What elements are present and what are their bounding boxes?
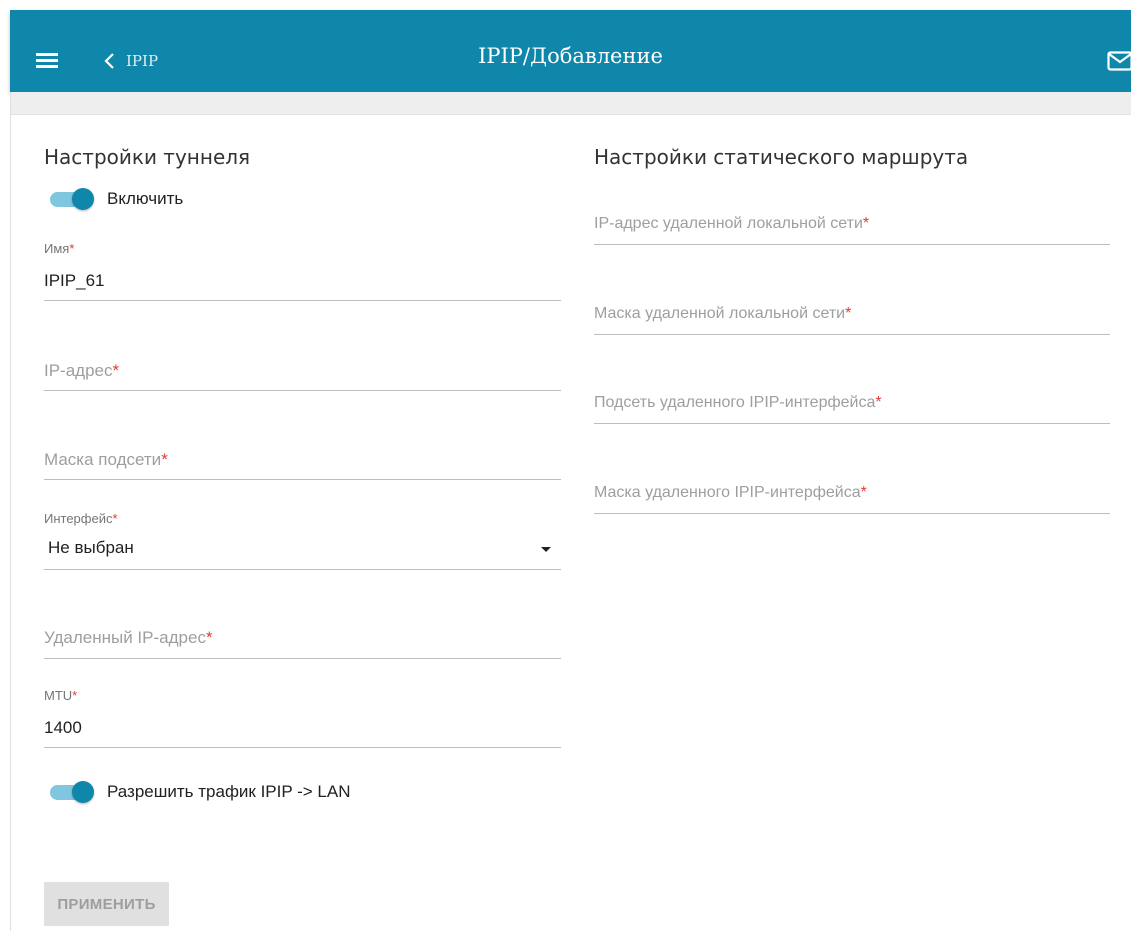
mtu-field[interactable]: MTU* 1400 [44,685,561,748]
name-value: IPIP_61 [44,271,105,290]
caret-down-icon [541,547,551,552]
name-field[interactable]: Имя* IPIP_61 [44,237,561,301]
remote-ipip-mask-field[interactable]: Маска удаленного IPIP-интерфейса* [594,481,1110,514]
mtu-value: 1400 [44,718,82,737]
subnet-mask-field[interactable]: Маска подсети* [44,448,561,480]
allow-traffic-toggle[interactable] [46,781,94,803]
apply-button[interactable]: ПРИМЕНИТЬ [44,882,169,926]
window-top-strip [0,0,1131,10]
route-section-title: Настройки статического маршрута [594,145,969,169]
tunnel-section-title: Настройки туннеля [44,145,251,169]
remote-ip-field[interactable]: Удаленный IP-адрес* [44,625,561,659]
enable-toggle-knob [72,188,94,210]
remote-lan-ip-placeholder: IP-адрес удаленной локальной сети* [594,215,870,232]
remote-ipip-subnet-field[interactable]: Подсеть удаленного IPIP-интерфейса* [594,392,1110,424]
mtu-label: MTU* [44,688,78,703]
mail-icon[interactable] [1107,51,1131,71]
ip-address-field[interactable]: IP-адрес* [44,358,561,391]
remote-ipip-mask-placeholder: Маска удаленного IPIP-интерфейса* [594,484,867,501]
enable-toggle[interactable] [46,188,94,210]
remote-lan-mask-placeholder: Маска удаленной локальной сети* [594,305,852,322]
remote-lan-mask-field[interactable]: Маска удаленной локальной сети* [594,303,1110,335]
allow-traffic-toggle-knob [72,781,94,803]
allow-traffic-label: Разрешить трафик IPIP -> LAN [107,782,351,801]
remote-ip-placeholder: Удаленный IP-адрес* [44,628,213,647]
app-header: IPIP IPIP/Добавление [10,10,1131,92]
interface-value: Не выбран [48,538,134,557]
interface-label: Интерфейс* [44,511,118,526]
name-label: Имя* [44,241,75,256]
subnet-mask-placeholder: Маска подсети* [44,450,168,469]
content-left-border [10,92,11,931]
remote-lan-ip-field[interactable]: IP-адрес удаленной локальной сети* [594,213,1110,245]
remote-ipip-subnet-placeholder: Подсеть удаленного IPIP-интерфейса* [594,394,882,411]
toolbar-strip [11,92,1131,115]
enable-label: Включить [107,189,184,208]
interface-select[interactable]: Интерфейс* Не выбран [44,507,561,570]
ip-address-placeholder: IP-адрес* [44,361,120,380]
page-title: IPIP/Добавление [478,44,663,68]
